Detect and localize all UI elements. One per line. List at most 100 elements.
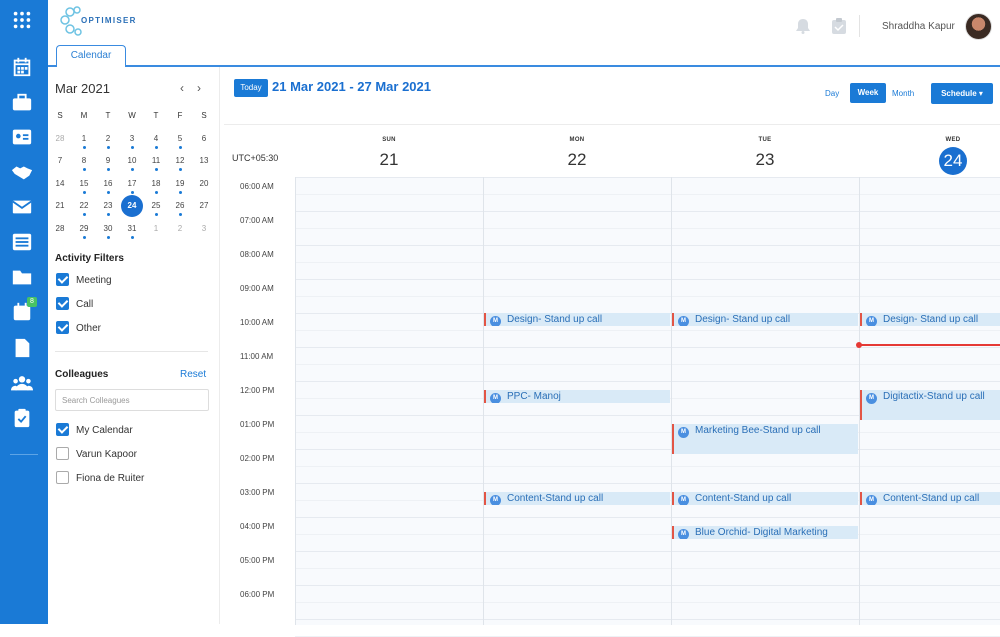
calendar-event[interactable]: M Design- Stand up call (484, 313, 670, 326)
day-header-tue[interactable]: TUE 23 (671, 137, 859, 173)
folder-icon[interactable] (10, 265, 34, 289)
meeting-badge-icon: M (678, 426, 689, 438)
calendar-event[interactable]: M Content-Stand up call (860, 491, 1000, 505)
mini-calendar-day[interactable]: 1 (144, 221, 168, 244)
clipboard-check-icon[interactable] (10, 406, 34, 430)
weekday-header: S (57, 111, 63, 120)
mini-calendar-day[interactable]: 13 (192, 153, 216, 176)
calendar-event[interactable]: M Blue Orchid- Digital Marketing (672, 525, 858, 539)
calendar-badge-icon[interactable]: 8 (10, 297, 37, 324)
mini-calendar-day[interactable]: 3 (120, 131, 144, 154)
mini-calendar-day[interactable]: 5 (168, 131, 192, 154)
mini-calendar-day[interactable]: 25 (144, 198, 168, 221)
calendar-event[interactable]: M Design- Stand up call (860, 313, 1000, 326)
event-dot (107, 168, 110, 171)
mini-calendar-day[interactable]: 7 (48, 153, 72, 176)
team-icon[interactable] (10, 371, 34, 395)
mini-calendar-day[interactable]: 26 (168, 198, 192, 221)
day-date: 23 (755, 150, 775, 169)
view-week-button[interactable]: Week (850, 83, 886, 103)
weekday-header: T (153, 111, 159, 120)
day-header-mon[interactable]: MON 22 (483, 137, 671, 173)
mini-calendar-day[interactable]: 10 (120, 153, 144, 176)
calendar-event[interactable]: M PPC- Manoj (484, 389, 670, 403)
optimiser-logo[interactable]: OPTIMISER (58, 4, 135, 38)
mini-calendar-day[interactable]: 11 (144, 153, 168, 176)
mail-icon[interactable] (10, 195, 34, 219)
varun-kapoor-checkbox[interactable] (56, 447, 69, 460)
search-colleagues-input[interactable] (55, 389, 209, 411)
prev-month-button[interactable]: ‹ (180, 81, 184, 95)
mini-calendar-day[interactable]: 1 (72, 131, 96, 154)
time-slots-area[interactable]: M Design- Stand up call M Design- Stand up … (295, 177, 1000, 637)
meeting-checkbox[interactable] (56, 273, 69, 286)
day-header-wed[interactable]: WED 24 (859, 137, 1000, 175)
meeting-badge-icon: M (678, 494, 689, 505)
user-avatar[interactable] (965, 13, 992, 40)
task-clipboard-icon[interactable] (832, 18, 846, 39)
event-dot (155, 190, 158, 194)
mini-calendar-day[interactable]: 20 (192, 176, 216, 199)
mini-calendar-day[interactable]: 16 (96, 176, 120, 199)
call-checkbox[interactable] (56, 297, 69, 310)
mini-calendar-day[interactable]: 28 (48, 131, 72, 154)
user-name[interactable]: Shraddha Kapur (882, 21, 955, 32)
mini-calendar-day[interactable]: 6 (192, 131, 216, 154)
mini-calendar-day[interactable]: 2 (96, 131, 120, 154)
next-month-button[interactable]: › (197, 81, 201, 95)
mini-calendar-day[interactable]: 9 (96, 153, 120, 176)
mini-calendar-day[interactable]: 31 (120, 221, 144, 244)
mini-calendar-day[interactable]: 8 (72, 153, 96, 176)
mini-calendar-day[interactable]: 4 (144, 131, 168, 154)
mini-calendar-day[interactable]: 23 (96, 198, 120, 221)
today-button[interactable]: Today (234, 79, 268, 97)
bell-icon[interactable] (796, 18, 810, 39)
other-checkbox[interactable] (56, 321, 69, 334)
schedule-dropdown-button[interactable]: Schedule ▾ (931, 83, 993, 104)
view-day-button[interactable]: Day (825, 89, 839, 98)
list-icon[interactable] (10, 230, 34, 254)
panel-divider (55, 351, 208, 352)
mini-calendar-day[interactable]: 24 (120, 195, 144, 221)
apps-grid-icon[interactable] (10, 8, 34, 32)
contact-card-icon[interactable] (10, 125, 34, 149)
top-bar: OPTIMISER Shraddha Kapur (48, 0, 1000, 45)
calendar-event[interactable]: M Marketing Bee-Stand up call (672, 423, 858, 454)
mini-calendar-day[interactable]: 12 (168, 153, 192, 176)
day-name: SUN (382, 137, 396, 143)
briefcase-icon[interactable] (10, 91, 34, 115)
mini-calendar-day[interactable]: 3 (192, 221, 216, 244)
mini-calendar-day[interactable]: 30 (96, 221, 120, 244)
view-month-button[interactable]: Month (892, 89, 914, 98)
mini-calendar-day[interactable]: 29 (72, 221, 96, 244)
mini-calendar-day[interactable]: 18 (144, 176, 168, 199)
hour-line (295, 177, 1000, 178)
time-label: 05:00 PM (240, 556, 275, 565)
half-hour-line (295, 228, 1000, 229)
calendar-event[interactable]: M Content-Stand up call (672, 491, 858, 505)
calendar-nav-icon[interactable] (10, 55, 34, 79)
mini-calendar-day[interactable]: 15 (72, 176, 96, 199)
fiona-de-ruiter-checkbox[interactable] (56, 471, 69, 484)
day-name: MON (569, 137, 585, 143)
mini-calendar-day[interactable]: 14 (48, 176, 72, 199)
my-calendar-checkbox[interactable] (56, 423, 69, 436)
document-icon[interactable] (10, 336, 34, 360)
mini-calendar-day[interactable]: 22 (72, 198, 96, 221)
mini-calendar-day[interactable]: 21 (48, 198, 72, 221)
tab-calendar[interactable]: Calendar (56, 45, 126, 67)
notification-badge: 8 (27, 297, 37, 307)
handshake-icon[interactable] (10, 160, 34, 184)
calendar-event[interactable]: M Digitactix-Stand up call (860, 389, 1000, 420)
time-label: 10:00 AM (240, 318, 274, 327)
time-label: 09:00 AM (240, 284, 274, 293)
day-header-sun[interactable]: SUN 21 (295, 137, 483, 173)
calendar-event[interactable]: M Design- Stand up call (672, 313, 858, 326)
reset-link[interactable]: Reset (180, 369, 206, 380)
mini-calendar-day[interactable]: 2 (168, 221, 192, 244)
weekday-header: F (177, 111, 183, 120)
mini-calendar-day[interactable]: 19 (168, 176, 192, 199)
calendar-event[interactable]: M Content-Stand up call (484, 491, 670, 505)
mini-calendar-day[interactable]: 28 (48, 221, 72, 244)
mini-calendar-day[interactable]: 27 (192, 198, 216, 221)
